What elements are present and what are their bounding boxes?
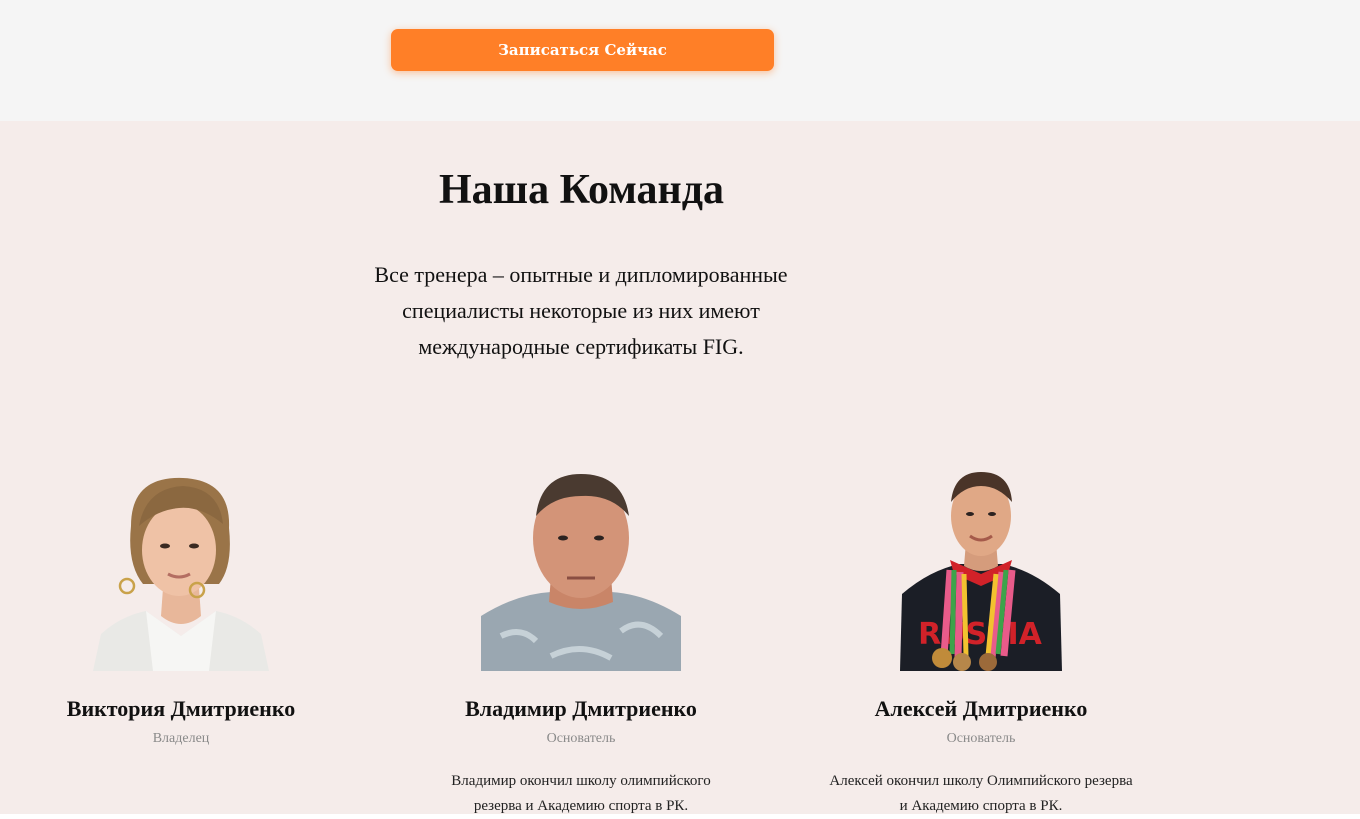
member-role: Основатель [946,731,1016,746]
member-photo [481,474,681,671]
member-bio: Алексей окончил школу Олимпийского резер… [829,773,1133,814]
svg-text:RUSSIA: RUSSIA [918,617,1042,652]
team-member-card: Виктория Дмитриенко Владелец [1,466,361,746]
member-role: Основатель [546,731,616,746]
cta-section: Записаться Сейчас [0,0,1360,121]
member-photo [93,477,269,671]
section-description: Все тренера – опытные и дипломированные … [374,262,788,359]
signup-now-button[interactable]: Записаться Сейчас [391,29,774,71]
team-member-card: Владимир Дмитриенко Основатель Владимир … [401,466,761,814]
team-member-card: RUSSIA Алексей Дмитриенко Основатель Але… [801,466,1161,814]
member-role: Владелец [152,731,210,746]
member-name: Алексей Дмитриенко [874,696,1088,721]
section-title: Наша Команда [439,167,724,213]
member-name: Владимир Дмитриенко [465,696,697,721]
member-photo: RUSSIA [900,472,1062,671]
member-name: Виктория Дмитриенко [66,696,296,721]
member-bio: Владимир окончил школу олимпийского резе… [451,773,711,814]
team-section: Наша Команда Все тренера – опытные и дип… [0,121,1360,814]
